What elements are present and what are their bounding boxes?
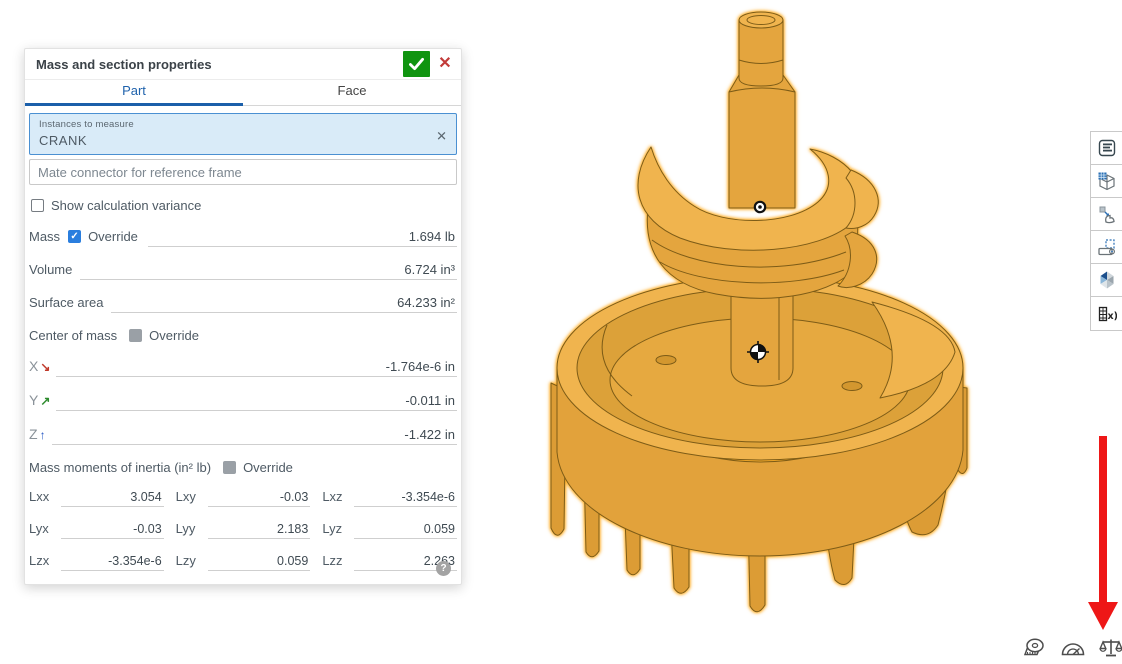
tab-bar: Part Face [25, 80, 461, 106]
axis-x-label: X [29, 358, 38, 374]
com-x-row: X ↘ -1.764e-6 in [29, 358, 457, 377]
confirm-button[interactable] [403, 51, 430, 77]
inertia-cell-lyx: Lyx-0.03 [29, 521, 164, 539]
inertia-override-label: Override [243, 460, 293, 475]
mass-override-label: Override [88, 229, 138, 244]
mass-override-checkbox[interactable] [68, 230, 81, 243]
inertia-cell-lxx: Lxx3.054 [29, 489, 164, 507]
axis-z-arrow-icon: ↑ [40, 428, 46, 442]
inertia-label: Mass moments of inertia (in² lb) [29, 460, 211, 475]
balance-scale-icon[interactable] [1099, 637, 1122, 664]
inertia-cell-lxy: Lxy-0.03 [176, 489, 311, 507]
measure-toolbar [1022, 637, 1122, 664]
instances-value: CRANK [39, 133, 430, 148]
volume-value-field: 6.724 in³ [80, 262, 457, 280]
crank-model[interactable] [551, 12, 967, 612]
list-panel-icon[interactable] [1091, 132, 1122, 165]
right-panel-toolbar: x) [1090, 131, 1122, 331]
dialog-title: Mass and section properties [36, 57, 403, 72]
tape-measure-icon[interactable] [1022, 637, 1047, 664]
dialog-header: Mass and section properties ✕ [25, 49, 461, 80]
axis-y-arrow-icon: ↗ [40, 394, 50, 408]
clear-selection-icon[interactable]: ✕ [436, 129, 447, 142]
close-icon: ✕ [438, 55, 451, 72]
surface-area-row: Surface area 64.233 in² [29, 295, 457, 313]
dashed-sketch-icon[interactable] [1091, 231, 1122, 264]
help-icon[interactable]: ? [436, 561, 451, 576]
inertia-header-row: Mass moments of inertia (in² lb) Overrid… [29, 460, 457, 475]
paste-shape-icon[interactable] [1091, 198, 1122, 231]
com-y-value-field: -0.011 in [56, 393, 457, 411]
mass-value-field[interactable]: 1.694 lb [148, 229, 457, 247]
mate-connector-marker[interactable] [755, 202, 765, 212]
inertia-cell-lzx: Lzx-3.354e-6 [29, 553, 164, 571]
inertia-cell-lyz: Lyz0.059 [322, 521, 457, 539]
inertia-override-checkbox[interactable] [223, 461, 236, 474]
svg-text:x): x) [1108, 311, 1118, 322]
instances-field[interactable]: Instances to measure CRANK ✕ [29, 113, 457, 155]
inertia-cell-lxz: Lxz-3.354e-6 [322, 489, 457, 507]
axis-z-label: Z [29, 426, 38, 442]
mass-row: Mass Override 1.694 lb [29, 228, 457, 247]
mass-properties-dialog: Mass and section properties ✕ Part Face … [24, 48, 462, 585]
instances-label: Instances to measure [39, 119, 430, 130]
inertia-grid: Lxx3.054 Lxy-0.03 Lxz-3.354e-6 Lyx-0.03 … [29, 489, 457, 571]
volume-row: Volume 6.724 in³ [29, 262, 457, 280]
mass-label: Mass [29, 229, 60, 244]
inertia-cell-lyy: Lyy2.183 [176, 521, 311, 539]
com-y-row: Y ↗ -0.011 in [29, 392, 457, 411]
axis-x-arrow-icon: ↘ [40, 360, 50, 374]
close-button[interactable]: ✕ [435, 54, 455, 74]
volume-label: Volume [29, 262, 72, 277]
tab-face[interactable]: Face [243, 80, 461, 105]
checkmark-icon [409, 57, 424, 71]
inertia-cell-lzy: Lzy0.059 [176, 553, 311, 571]
com-z-row: Z ↑ -1.422 in [29, 426, 457, 445]
function-table-icon[interactable]: x) [1091, 297, 1122, 330]
protractor-icon[interactable] [1060, 637, 1086, 664]
axis-y-label: Y [29, 392, 38, 408]
tab-part[interactable]: Part [25, 80, 243, 105]
com-override-checkbox[interactable] [129, 329, 142, 342]
center-of-mass-row: Center of mass Override [29, 328, 457, 343]
dialog-body: Instances to measure CRANK ✕ Show calcul… [25, 106, 461, 571]
pinwheel-sphere-icon[interactable] [1091, 264, 1122, 297]
variance-label: Show calculation variance [51, 198, 201, 213]
com-override-label: Override [149, 328, 199, 343]
cube-grid-icon[interactable] [1091, 165, 1122, 198]
variance-checkbox[interactable] [31, 199, 44, 212]
center-of-mass-label: Center of mass [29, 328, 117, 343]
com-x-value-field: -1.764e-6 in [56, 359, 457, 377]
com-z-value-field: -1.422 in [52, 427, 457, 445]
surface-area-label: Surface area [29, 295, 103, 310]
surface-area-value-field: 64.233 in² [111, 295, 457, 313]
variance-row: Show calculation variance [31, 198, 457, 213]
mate-connector-input[interactable] [29, 159, 457, 185]
